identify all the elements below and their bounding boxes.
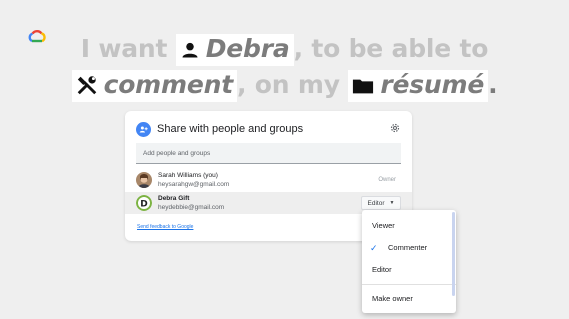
menu-item-label: Editor — [372, 265, 392, 274]
headline-line-1: I want Debra, to be able to — [0, 34, 569, 66]
name-highlight: Debra — [175, 34, 294, 66]
add-person-icon — [136, 121, 151, 137]
menu-item-label: Viewer — [372, 221, 395, 230]
menu-item-editor[interactable]: Editor — [362, 259, 456, 279]
menu-item-viewer[interactable]: Viewer — [362, 215, 456, 235]
avatar-letter: D — [140, 199, 147, 209]
avatar: D — [136, 195, 152, 211]
add-people-placeholder: Add people and groups — [143, 150, 211, 157]
role-dropdown-button[interactable]: Editor ▼ — [361, 196, 401, 210]
headline-period: . — [488, 70, 498, 99]
headline-text: , to be able to — [293, 34, 489, 63]
action-highlight: comment — [71, 70, 237, 102]
headline-text: , on my — [236, 70, 349, 99]
tools-icon — [76, 73, 98, 102]
caret-down-icon: ▼ — [389, 200, 395, 206]
name-text: Debra — [205, 34, 290, 63]
settings-gear-icon[interactable] — [389, 122, 401, 134]
headline-text: I want — [80, 34, 176, 63]
send-feedback-link[interactable]: Send feedback to Google — [137, 224, 193, 230]
folder-icon — [352, 73, 374, 102]
menu-scrollbar[interactable] — [452, 212, 455, 296]
add-people-input[interactable]: Add people and groups — [136, 143, 401, 164]
checkmark-icon: ✓ — [370, 243, 378, 253]
file-highlight: résumé — [348, 70, 489, 102]
person-email: heysarahgw@gmail.com — [158, 181, 230, 188]
avatar — [136, 172, 152, 188]
file-text: résumé — [380, 70, 485, 99]
role-dropdown-label: Editor — [367, 199, 385, 207]
owner-role-label: Owner — [378, 177, 396, 183]
menu-item-commenter[interactable]: ✓ Commenter — [362, 237, 456, 257]
person-name: Sarah Williams (you) — [158, 172, 218, 179]
menu-divider — [362, 284, 456, 285]
person-name: Debra Gift — [158, 195, 190, 202]
dialog-header: Share with people and groups — [136, 120, 303, 138]
dialog-title: Share with people and groups — [157, 123, 304, 135]
menu-item-label: Make owner — [372, 294, 413, 303]
role-menu: Viewer ✓ Commenter Editor Make owner — [362, 210, 456, 313]
person-email: heydebbie@gmail.com — [158, 204, 225, 211]
headline-line-2: comment, on my résumé. — [0, 70, 569, 102]
menu-item-make-owner[interactable]: Make owner — [362, 288, 456, 308]
menu-item-label: Commenter — [388, 243, 428, 252]
person-row-owner: Sarah Williams (you) heysarahgw@gmail.co… — [125, 169, 412, 191]
person-icon — [180, 37, 200, 66]
action-text: comment — [103, 70, 234, 99]
